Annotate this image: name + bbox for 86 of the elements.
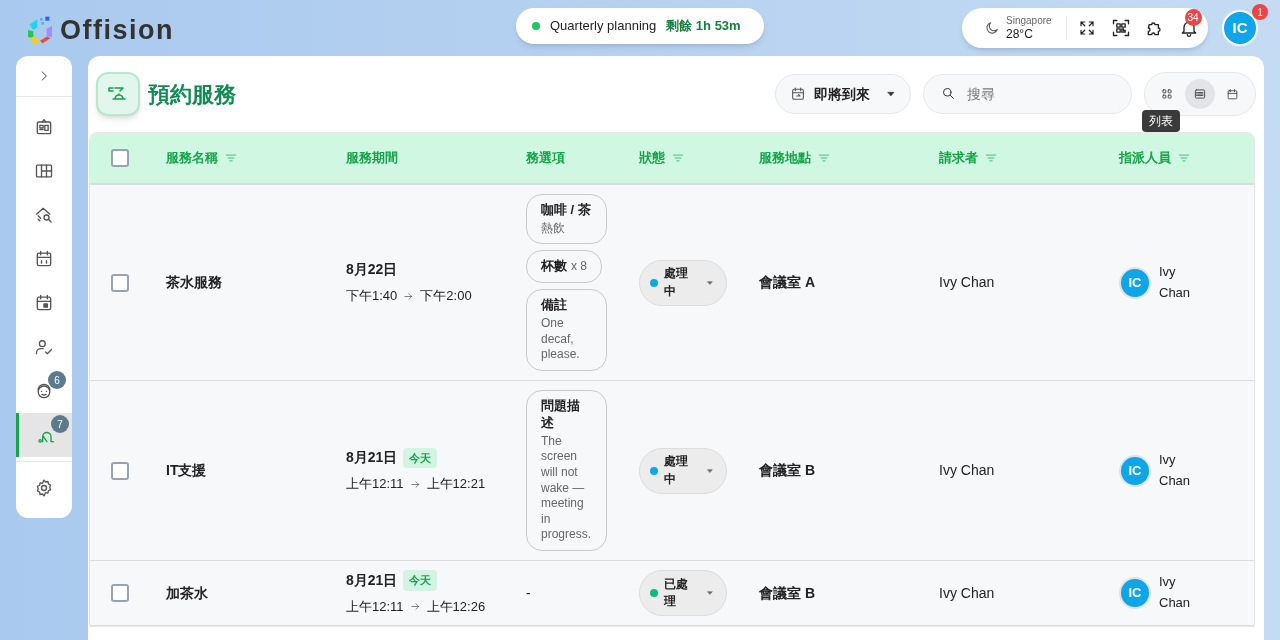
weather-temperature: 28°C xyxy=(1006,28,1034,40)
settings-icon xyxy=(34,478,54,498)
location: 會議室 A xyxy=(759,273,816,292)
option-title: 問題描述 xyxy=(541,398,581,432)
service-date: 8月22日 xyxy=(346,260,398,280)
assignee-name: Ivy Chan xyxy=(1159,450,1192,490)
column-header: 務選項 xyxy=(526,149,565,168)
caret-icon xyxy=(706,278,714,287)
count-badge: 7 xyxy=(51,415,69,433)
option-detail: x 8 xyxy=(571,259,587,276)
caret-icon xyxy=(886,89,896,99)
grid-icon xyxy=(1160,87,1175,101)
option-detail: 熱飲 xyxy=(541,220,566,237)
person-check-icon xyxy=(34,337,54,357)
row-checkbox[interactable] xyxy=(111,461,129,480)
count-badge: 6 xyxy=(48,371,66,389)
location: 會議室 B xyxy=(759,583,816,603)
moon-icon xyxy=(984,20,1000,36)
assignee-name: Ivy Chan xyxy=(1159,573,1192,613)
arrow-right-icon xyxy=(403,290,415,302)
status-dropdown[interactable]: 處理中 xyxy=(639,447,727,494)
list-icon xyxy=(1193,87,1207,101)
assignee-avatar: IC xyxy=(1119,454,1151,487)
house-search-icon xyxy=(34,205,54,225)
start-time: 上午12:11 xyxy=(346,475,404,494)
end-time: 上午12:21 xyxy=(426,475,486,494)
status-dropdown[interactable]: 處理中 xyxy=(639,259,727,306)
requester-name: Ivy Chan xyxy=(939,461,996,480)
filter-dropdown[interactable]: 即將到來 xyxy=(775,74,911,114)
column-header: 服務名稱 xyxy=(166,149,218,168)
row-checkbox[interactable] xyxy=(111,273,129,292)
service-date: 8月21日 xyxy=(346,571,398,590)
option-title: 咖啡 / 茶 xyxy=(541,202,592,219)
arrow-right-icon xyxy=(409,601,421,613)
calendar-icon xyxy=(34,249,54,269)
service-name: 茶水服務 xyxy=(166,273,223,292)
weather-city: Singapore xyxy=(1006,16,1052,26)
sidebar-item[interactable]: 6 xyxy=(16,369,72,413)
column-header: 服務期間 xyxy=(346,149,398,168)
assignee-avatar: IC xyxy=(1119,577,1151,610)
calendar-icon xyxy=(34,293,54,313)
calendar-icon xyxy=(1226,87,1240,101)
page-icon xyxy=(96,72,140,116)
assignee-avatar: IC xyxy=(1119,266,1151,299)
requester-name: Ivy Chan xyxy=(939,583,996,603)
caret-icon xyxy=(706,466,714,475)
service-name: 加茶水 xyxy=(166,583,209,603)
service-name: IT支援 xyxy=(166,461,208,480)
building-icon xyxy=(34,117,54,137)
status-dropdown[interactable]: 已處理 xyxy=(639,570,727,617)
today-badge: 今天 xyxy=(403,570,438,591)
view-toggle-button[interactable] xyxy=(1185,79,1215,109)
arrow-right-icon xyxy=(409,478,421,490)
search-icon xyxy=(941,86,956,101)
row-checkbox[interactable] xyxy=(111,584,129,603)
location: 會議室 B xyxy=(759,461,816,480)
start-time: 上午12:11 xyxy=(346,598,404,616)
page-title: 預約服務 xyxy=(148,80,236,109)
brand-name: Offision xyxy=(60,14,174,47)
option-detail: The screen will not wake — meeting in progress. xyxy=(541,433,592,543)
option-title: 杯數 xyxy=(541,258,567,276)
time-remaining: 剩餘 1h 53m xyxy=(666,17,741,36)
tooltip: 列表 xyxy=(1142,110,1180,132)
notification-badge: 1 xyxy=(1252,4,1268,20)
notification-badge: 34 xyxy=(1184,9,1202,26)
option-detail: One decaf, please. xyxy=(541,316,581,364)
column-header: 狀態 xyxy=(639,149,665,168)
select-all-checkbox[interactable] xyxy=(111,149,129,167)
today-badge: 今天 xyxy=(403,447,438,468)
caret-icon xyxy=(706,589,714,598)
sidebar-item[interactable]: 7 xyxy=(16,413,72,457)
assignee-name: Ivy Chan xyxy=(1159,262,1192,302)
qr-code-icon[interactable] xyxy=(1110,18,1131,38)
search-field[interactable]: 搜尋 xyxy=(923,74,1132,114)
service-date: 8月21日 xyxy=(346,448,398,468)
end-time: 上午12:26 xyxy=(426,598,486,616)
calendar-icon xyxy=(790,86,806,102)
end-time: 下午2:00 xyxy=(420,287,472,306)
option-title: 備註 xyxy=(541,297,568,315)
empty-value: - xyxy=(526,583,531,603)
start-time: 下午1:40 xyxy=(346,287,398,306)
column-header: 指派人員 xyxy=(1119,149,1171,168)
requester-name: Ivy Chan xyxy=(939,273,996,292)
column-header: 服務地點 xyxy=(759,149,811,168)
column-header: 請求者 xyxy=(939,149,978,168)
meeting-title: Quarterly planning xyxy=(550,17,657,36)
